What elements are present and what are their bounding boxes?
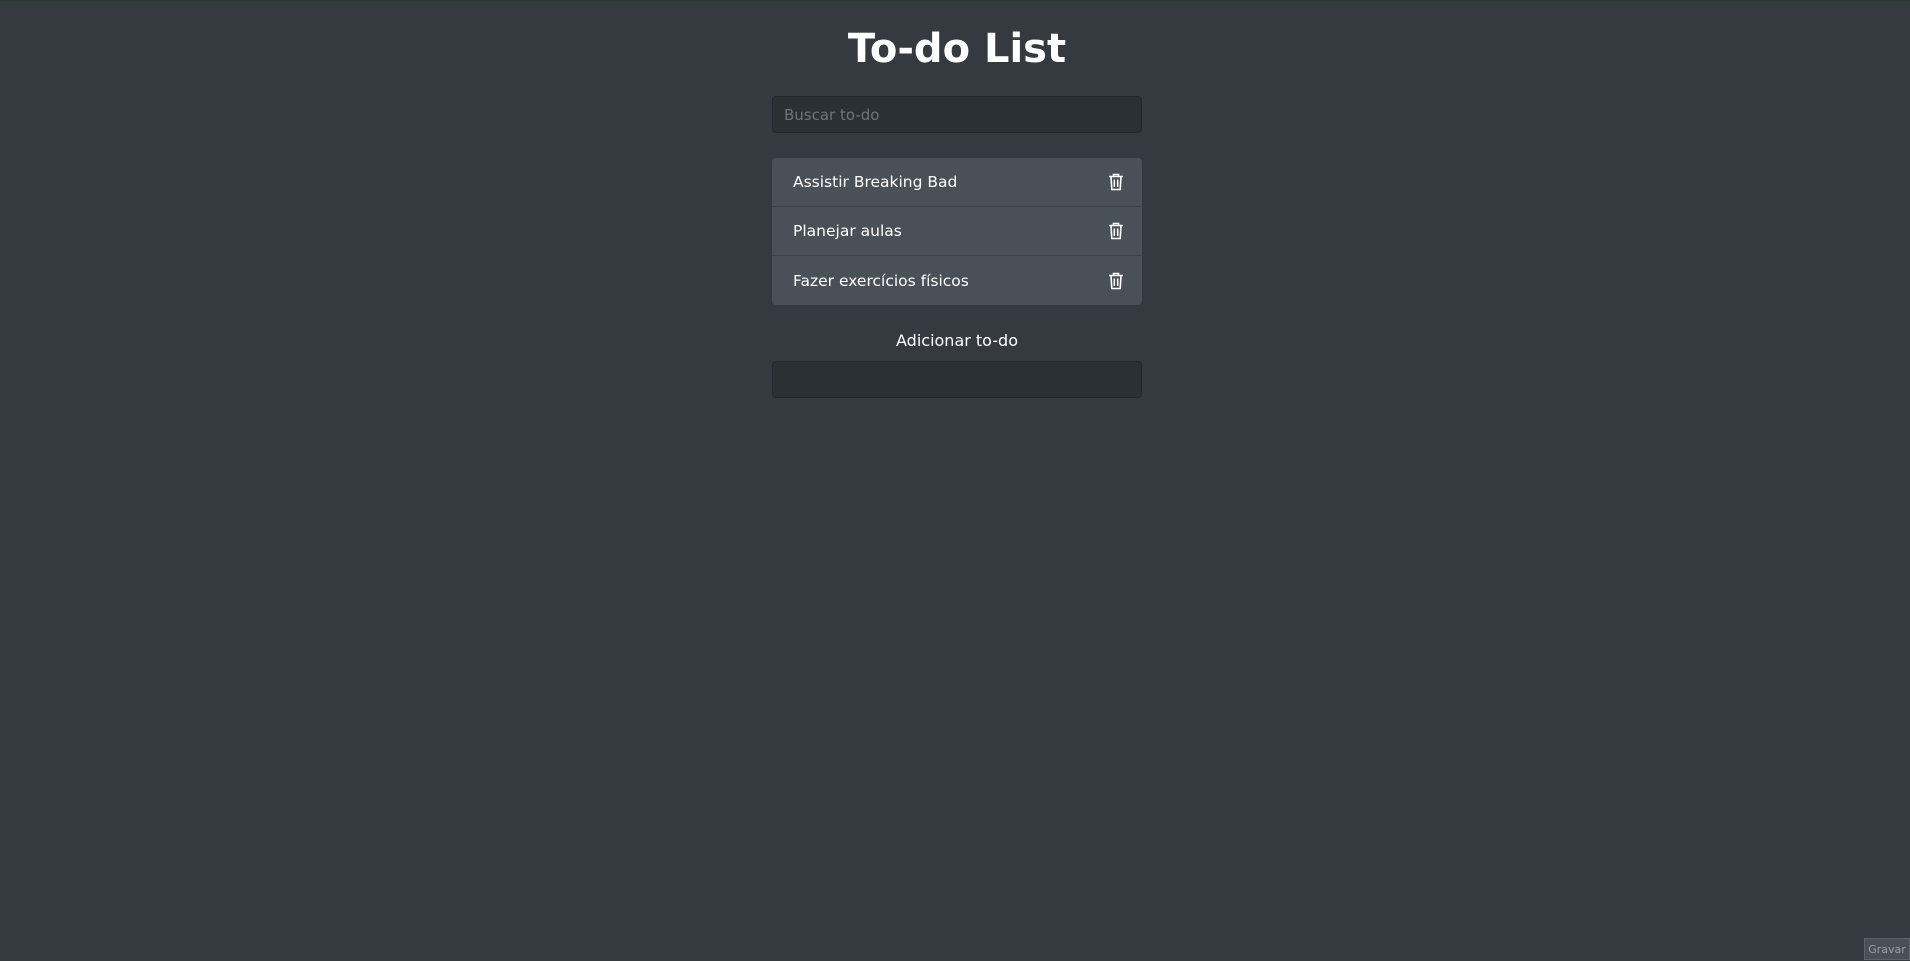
todo-text: Assistir Breaking Bad <box>793 173 958 191</box>
todo-app: To-do List Assistir Breaking Bad Planeja… <box>772 0 1142 398</box>
todo-text: Fazer exercícios físicos <box>793 271 969 290</box>
search-input[interactable] <box>772 96 1142 133</box>
todo-list: Assistir Breaking Bad Planejar aulas Faz… <box>772 158 1142 305</box>
trash-icon[interactable] <box>1108 173 1124 191</box>
todo-text: Planejar aulas <box>793 222 902 240</box>
trash-icon[interactable] <box>1108 222 1124 240</box>
page-title: To-do List <box>847 26 1067 72</box>
todo-item: Planejar aulas <box>772 207 1142 256</box>
todo-item: Assistir Breaking Bad <box>772 158 1142 207</box>
trash-icon[interactable] <box>1108 272 1124 290</box>
add-todo-input[interactable] <box>772 361 1142 398</box>
todo-item: Fazer exercícios físicos <box>772 256 1142 305</box>
add-todo-label: Adicionar to-do <box>896 331 1018 350</box>
record-button[interactable]: Gravar <box>1864 938 1910 960</box>
